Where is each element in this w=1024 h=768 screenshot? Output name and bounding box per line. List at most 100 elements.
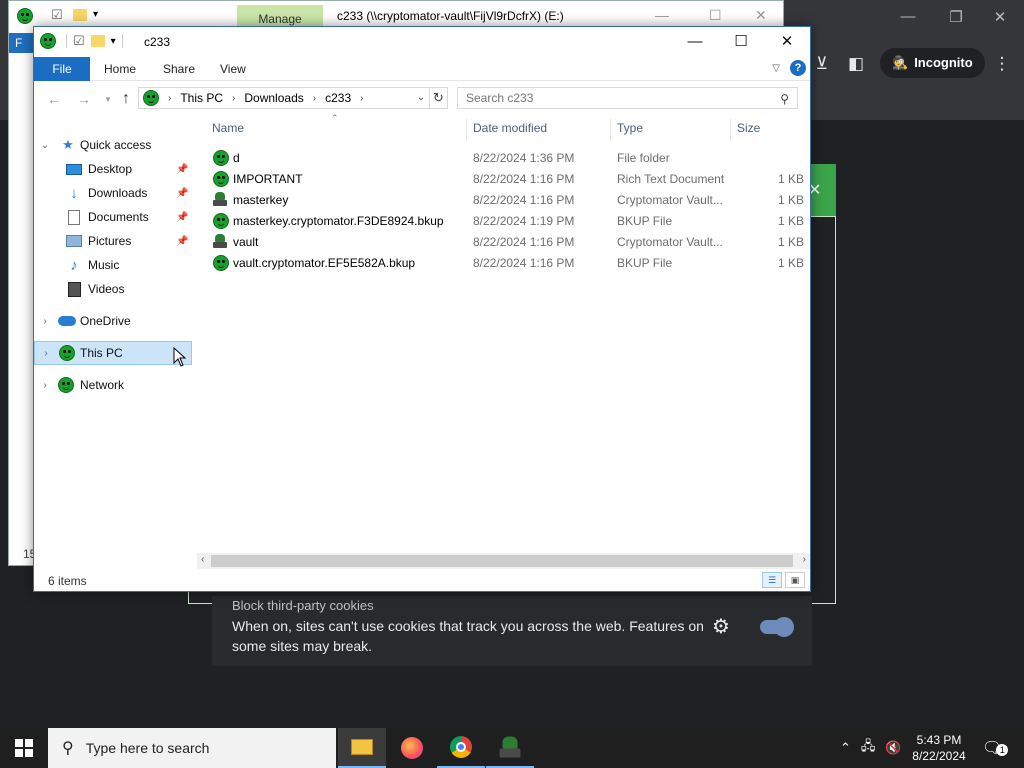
scrollbar-thumb[interactable] [211,555,793,567]
properties-icon[interactable]: ☑ [73,33,85,49]
network-smiley-icon [58,377,74,393]
address-bar[interactable]: › This PC › Downloads › c233 › [138,87,430,109]
horizontal-scrollbar[interactable]: ‹ › [197,553,810,569]
address-dropdown-icon[interactable]: ⌄ [412,87,430,109]
column-header-name[interactable]: Name [212,121,244,135]
clock[interactable]: 5:43 PM 8/22/2024 [908,732,970,764]
side-panel-icon[interactable]: ◧ [844,52,868,76]
notification-center-icon[interactable]: 🗨 1 [982,728,1009,768]
nav-downloads[interactable]: ↓ Downloads 📌 [34,181,192,205]
minimize-button[interactable]: — [672,27,718,57]
nav-label: Network [80,378,125,392]
breadcrumb-chevron-icon[interactable]: › [163,93,176,104]
recent-locations-icon[interactable]: ▾ [98,89,118,109]
forward-button[interactable]: → [74,89,94,109]
file-size: 1 KB [777,235,804,249]
file-row[interactable]: vault.cryptomator.EF5E582A.bkup 8/22/202… [197,253,810,274]
scroll-left-icon[interactable]: ‹ [201,554,204,565]
cryptomator-icon [213,234,227,248]
volume-muted-icon[interactable]: 🔇 [885,740,901,756]
close-button[interactable]: ✕ [764,27,810,57]
nav-network[interactable]: › Network [34,373,192,397]
chevron-down-icon[interactable]: ▾ [93,9,98,20]
new-folder-icon[interactable] [90,35,105,47]
network-icon[interactable]: 🖧 [861,737,876,759]
chevron-right-icon[interactable]: › [41,348,51,359]
file-explorer-icon[interactable] [338,728,386,768]
column-divider[interactable] [610,119,611,141]
start-button[interactable] [0,728,48,768]
column-header-type[interactable]: Type [617,121,643,135]
nav-quick-access[interactable]: ⌄ ★ Quick access [34,133,192,157]
file-row[interactable]: d 8/22/2024 1:36 PM File folder [197,148,810,169]
nav-desktop[interactable]: Desktop 📌 [34,157,192,181]
firefox-icon[interactable] [388,728,436,768]
file-row[interactable]: masterkey.cryptomator.F3DE8924.bkup 8/22… [197,211,810,232]
column-header-date[interactable]: Date modified [473,121,547,135]
refresh-icon[interactable]: ↻ [430,87,448,109]
close-icon[interactable]: ✕ [755,7,767,24]
taskbar-search[interactable]: ⚲ Type here to search [48,728,336,768]
show-hidden-icons-icon[interactable]: ⌃ [840,740,851,756]
pin-icon[interactable]: 📌 [176,164,188,175]
cryptomator-taskbar-icon[interactable] [486,728,534,768]
cookie-toggle[interactable] [760,617,794,637]
browser-close-button[interactable]: ✕ [988,8,1012,26]
browser-restore-button[interactable]: ❐ [944,8,968,26]
star-icon: ★ [62,137,74,152]
breadcrumb-chevron-icon[interactable]: › [355,93,368,104]
back-button[interactable]: ← [44,89,64,109]
pin-icon[interactable]: 📌 [176,212,188,223]
file-name: d [233,151,240,165]
breadcrumb-downloads[interactable]: Downloads [244,91,303,105]
file-date: 8/22/2024 1:16 PM [473,256,575,270]
menu-icon[interactable]: ⋮ [990,52,1014,76]
tab-home[interactable]: Home [90,57,150,81]
minimize-icon[interactable]: — [655,7,669,23]
chevron-right-icon[interactable]: › [40,380,50,391]
file-row[interactable]: vault 8/22/2024 1:16 PM Cryptomator Vaul… [197,232,810,253]
up-button[interactable]: ↑ [116,89,136,109]
details-view-icon[interactable]: ☰ [762,572,782,588]
file-row[interactable]: IMPORTANT 8/22/2024 1:16 PM Rich Text Do… [197,169,810,190]
nav-this-pc[interactable]: › This PC [34,341,192,365]
chevron-right-icon[interactable]: › [40,316,50,327]
chrome-icon[interactable] [437,728,485,768]
nav-label: Documents [88,210,149,224]
breadcrumb-c233[interactable]: c233 [325,91,351,105]
tab-file[interactable]: File [34,57,90,81]
column-header-size[interactable]: Size [737,121,760,135]
nav-music[interactable]: ♪ Music [34,253,192,277]
expand-ribbon-icon[interactable]: ▽ [772,63,780,74]
maximize-icon[interactable]: ☐ [709,7,722,24]
file-name: masterkey.cryptomator.F3DE8924.bkup [233,214,444,228]
pin-icon[interactable]: 📌 [176,236,188,247]
column-divider[interactable] [730,119,731,141]
breadcrumb-chevron-icon[interactable]: › [227,93,240,104]
pin-icon[interactable]: 📌 [176,188,188,199]
tab-share[interactable]: Share [149,57,209,81]
nav-onedrive[interactable]: › OneDrive [34,309,192,333]
maximize-button[interactable]: ☐ [718,27,764,57]
file-date: 8/22/2024 1:16 PM [473,235,575,249]
nav-label: Desktop [88,162,133,176]
customize-toolbar-icon[interactable]: ▾ [111,36,116,47]
large-icons-view-icon[interactable]: ▣ [785,572,805,588]
settings-gear-icon[interactable]: ⚙ [712,614,730,639]
incognito-badge[interactable]: 🕵 Incognito [880,48,985,78]
nav-pictures[interactable]: Pictures 📌 [34,229,192,253]
search-input[interactable]: Search c233 ⚲ [457,87,798,109]
help-icon[interactable]: ? [790,60,806,76]
breadcrumb-this-pc[interactable]: This PC [180,91,223,105]
browser-minimize-button[interactable]: — [896,8,920,25]
chevron-down-icon[interactable]: ⌄ [40,140,50,151]
scroll-right-icon[interactable]: › [803,554,806,565]
file-row[interactable]: masterkey 8/22/2024 1:16 PM Cryptomator … [197,190,810,211]
nav-documents[interactable]: Documents 📌 [34,205,192,229]
download-icon[interactable]: ⊻ [810,52,834,76]
tab-view[interactable]: View [206,57,260,81]
nav-videos[interactable]: Videos [34,277,192,301]
sort-ascending-icon: ⌃ [331,113,339,123]
column-divider[interactable] [466,119,467,141]
breadcrumb-chevron-icon[interactable]: › [308,93,321,104]
